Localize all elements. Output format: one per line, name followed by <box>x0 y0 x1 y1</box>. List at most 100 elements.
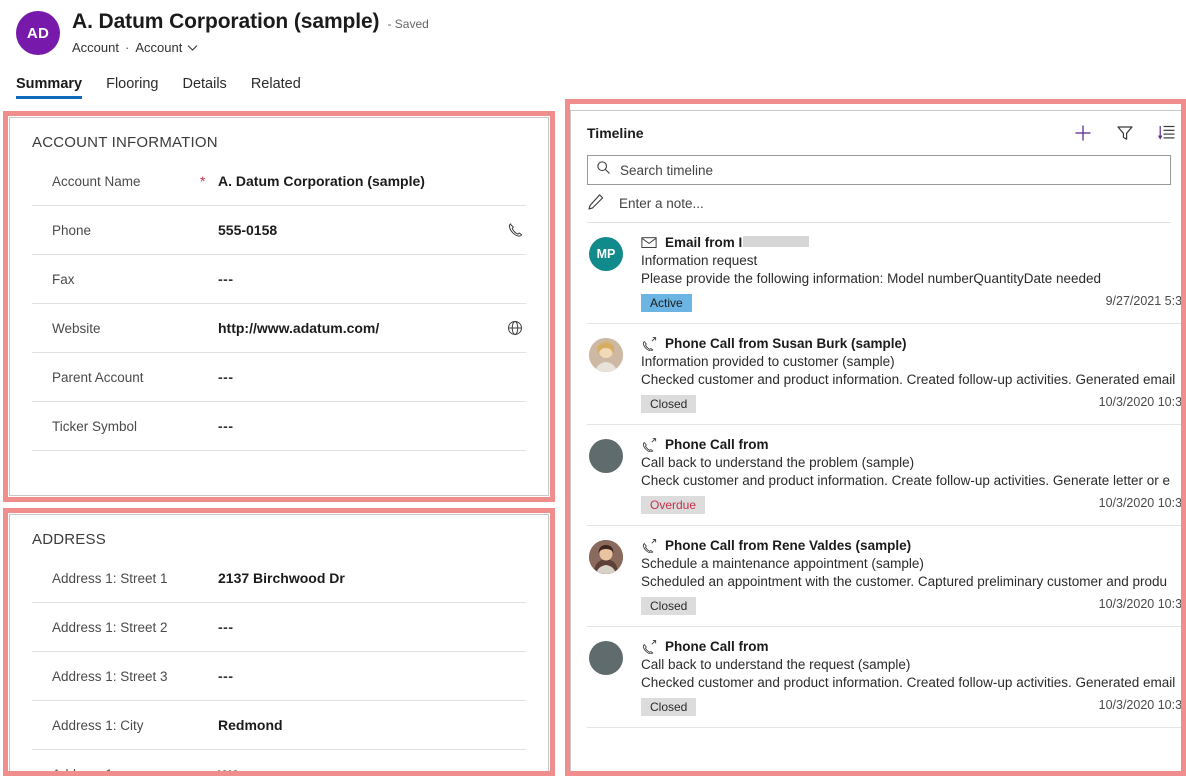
email-icon <box>641 236 657 249</box>
timeline-entry-title: Call back to understand the problem (sam… <box>641 455 1186 470</box>
timeline-entry-subject-row: Phone Call from Rene Valdes (sample) <box>641 538 1186 553</box>
timeline-entry-date: 9/27/2021 5:31 <box>1106 294 1186 308</box>
timeline-entry-description: Check customer and product information. … <box>641 473 1186 488</box>
account-information-fields: Account Name * A. Datum Corporation (sam… <box>10 157 548 451</box>
field-value: WA <box>218 767 241 776</box>
address-fields: Address 1: Street 1 2137 Birchwood Dr Ad… <box>10 554 548 776</box>
field-label: Fax <box>32 272 200 287</box>
timeline-entry-subject-row: Phone Call from <box>641 639 1186 654</box>
field-label: Address 1: Street 2 <box>32 620 200 635</box>
timeline-entry-subject: Phone Call from <box>665 437 769 452</box>
plus-icon[interactable] <box>1072 122 1094 144</box>
list-item[interactable]: MP Email from I Information request Plea… <box>587 223 1186 324</box>
timeline-entry-footer-row: Overdue 10/3/2020 10:33 <box>641 496 1186 514</box>
tab-details[interactable]: Details <box>182 76 226 99</box>
enter-note-field[interactable]: Enter a note... <box>587 185 1171 223</box>
search-input[interactable] <box>620 163 1162 178</box>
avatar <box>589 338 623 372</box>
globe-icon[interactable] <box>504 317 526 339</box>
record-header: AD A. Datum Corporation (sample) - Saved… <box>0 0 566 72</box>
field-value: --- <box>218 369 234 385</box>
field-label: Phone <box>32 223 200 238</box>
timeline-entry-subject: Email from I <box>665 235 809 250</box>
field-address1-street3[interactable]: Address 1: Street 3 --- <box>32 652 526 701</box>
timeline-entry-body: Phone Call from Call back to understand … <box>641 437 1186 515</box>
timeline-entry-subject: Phone Call from Susan Burk (sample) <box>665 336 907 351</box>
address-card: ADDRESS Address 1: Street 1 2137 Birchwo… <box>9 514 549 776</box>
field-phone[interactable]: Phone 555-0158 <box>32 206 526 255</box>
chevron-down-icon[interactable] <box>187 44 198 52</box>
field-label: Address 1: <box>32 767 200 776</box>
timeline-actions <box>1072 122 1180 144</box>
avatar <box>589 540 623 574</box>
section-title-account-information: ACCOUNT INFORMATION <box>10 118 548 157</box>
timeline-entry-title: Call back to understand the request (sam… <box>641 657 1186 672</box>
timeline-entry-footer-row: Closed 10/3/2020 10:33 <box>641 597 1186 615</box>
timeline-entry-footer: Closed 10/3/2020 10:33 <box>641 596 1186 616</box>
field-parent-account[interactable]: Parent Account --- <box>32 353 526 402</box>
timeline-entry-body: Phone Call from Call back to understand … <box>641 639 1186 717</box>
tab-flooring[interactable]: Flooring <box>106 76 158 99</box>
field-label: Address 1: Street 1 <box>32 571 200 586</box>
timeline-entry-subject-prefix: Phone Call from <box>665 538 772 553</box>
field-address1-street1[interactable]: Address 1: Street 1 2137 Birchwood Dr <box>32 554 526 603</box>
timeline-entry-body: Email from I Information request Please … <box>641 235 1186 313</box>
breadcrumb: Account · Account <box>72 40 198 55</box>
timeline-entry-title: Information provided to customer (sample… <box>641 354 1186 369</box>
breadcrumb-separator: · <box>125 40 129 55</box>
field-address1-state[interactable]: Address 1: WA <box>32 750 526 776</box>
page-title: A. Datum Corporation (sample) <box>72 10 379 34</box>
timeline-entry-caller: Susan Burk (sample) <box>772 336 906 351</box>
timeline-entry-title: Information request <box>641 253 1186 268</box>
timeline-entry-footer: Active 9/27/2021 5:31 <box>641 293 1186 313</box>
timeline-entry-date: 10/3/2020 10:33 <box>1099 496 1186 510</box>
sort-list-icon[interactable] <box>1156 122 1178 144</box>
status-badge: Closed <box>641 395 696 413</box>
field-value: Redmond <box>218 717 283 733</box>
avatar <box>589 439 623 473</box>
list-item[interactable]: Phone Call from Susan Burk (sample) Info… <box>587 324 1186 425</box>
tab-summary[interactable]: Summary <box>16 76 82 99</box>
timeline-entry-subject-prefix: Phone Call from <box>665 437 769 452</box>
phone-icon <box>641 539 657 553</box>
timeline-entry-date: 10/3/2020 10:33 <box>1099 698 1186 712</box>
avatar: AD <box>16 11 60 55</box>
field-fax[interactable]: Fax --- <box>32 255 526 304</box>
timeline-entry-subject-prefix: Email from <box>665 235 739 250</box>
field-value: A. Datum Corporation (sample) <box>218 173 425 189</box>
status-badge: Overdue <box>641 496 705 514</box>
avatar <box>589 641 623 675</box>
enter-note-placeholder: Enter a note... <box>619 196 704 211</box>
status-badge: Closed <box>641 698 696 716</box>
save-status: - Saved <box>387 17 428 31</box>
field-website[interactable]: Website http://www.adatum.com/ <box>32 304 526 353</box>
field-address1-street2[interactable]: Address 1: Street 2 --- <box>32 603 526 652</box>
field-value: --- <box>218 619 234 635</box>
avatar: MP <box>589 237 623 271</box>
field-value: http://www.adatum.com/ <box>218 320 379 336</box>
timeline-entry-caller: Rene Valdes (sample) <box>772 538 911 553</box>
tab-related[interactable]: Related <box>251 76 301 99</box>
field-address1-city[interactable]: Address 1: City Redmond <box>32 701 526 750</box>
timeline-entry-subject-row: Phone Call from Susan Burk (sample) <box>641 336 1186 351</box>
timeline-entry-title: Schedule a maintenance appointment (samp… <box>641 556 1186 571</box>
timeline-entry-subject: Phone Call from <box>665 639 769 654</box>
phone-icon[interactable] <box>504 219 526 241</box>
required-indicator-icon: * <box>200 174 218 188</box>
field-account-name[interactable]: Account Name * A. Datum Corporation (sam… <box>32 157 526 206</box>
breadcrumb-form[interactable]: Account <box>135 40 182 55</box>
timeline-entry-date: 10/3/2020 10:33 <box>1099 597 1186 611</box>
search-icon <box>596 160 620 180</box>
field-value: --- <box>218 668 234 684</box>
timeline-entry-description: Please provide the following information… <box>641 271 1186 286</box>
field-ticker-symbol[interactable]: Ticker Symbol --- <box>32 402 526 451</box>
list-item[interactable]: Phone Call from Call back to understand … <box>587 627 1186 728</box>
search-timeline-field[interactable] <box>587 155 1171 185</box>
phone-icon <box>641 438 657 452</box>
field-label: Account Name <box>32 174 200 189</box>
list-item[interactable]: Phone Call from Rene Valdes (sample) Sch… <box>587 526 1186 627</box>
funnel-icon[interactable] <box>1114 122 1136 144</box>
field-value: --- <box>218 271 234 287</box>
list-item[interactable]: Phone Call from Call back to understand … <box>587 425 1186 526</box>
field-value: 2137 Birchwood Dr <box>218 570 345 586</box>
